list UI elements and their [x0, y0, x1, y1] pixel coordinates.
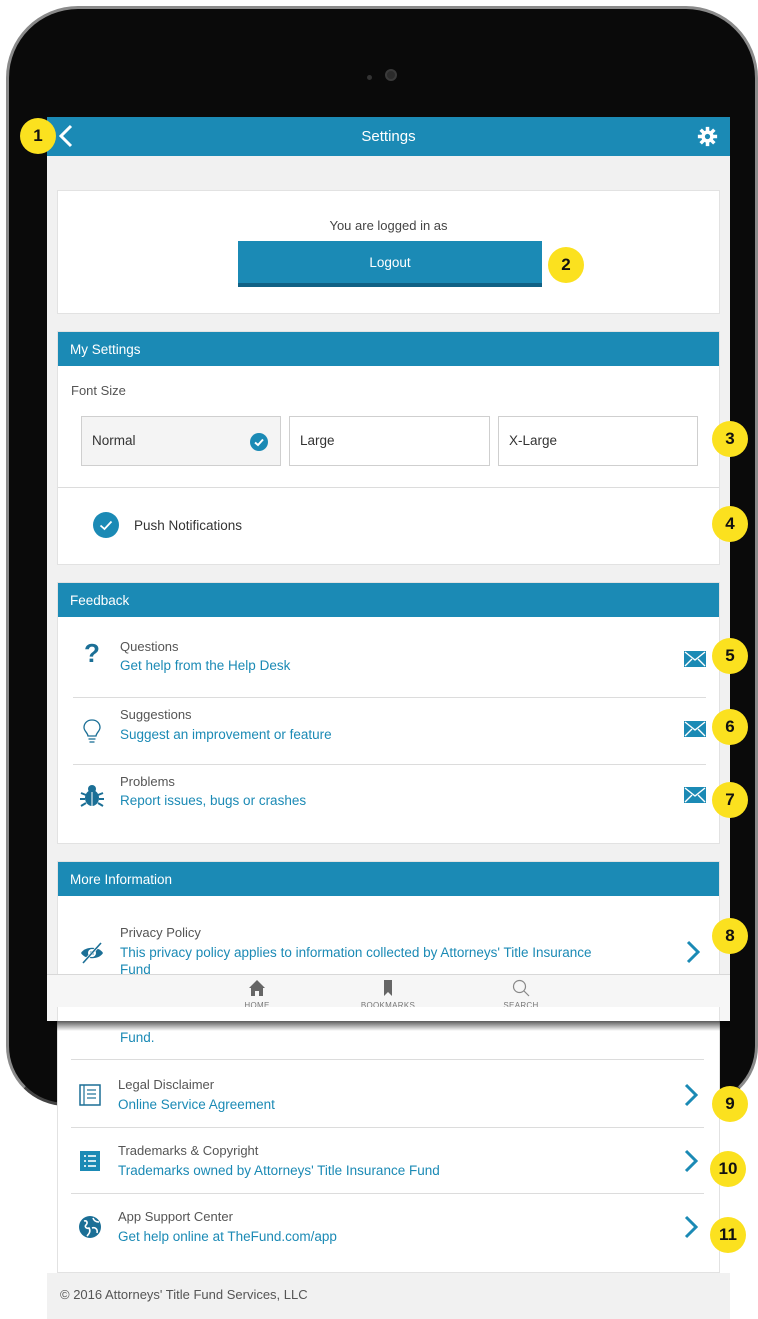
chevron-right-icon[interactable]	[686, 940, 700, 964]
more-info-item-privacy[interactable]: Privacy Policy This privacy policy appli…	[73, 896, 706, 986]
feedback-card: Feedback ? Questions Get help from the H…	[57, 582, 720, 844]
logout-button[interactable]: Logout	[238, 241, 542, 287]
font-option-label: Large	[300, 433, 335, 448]
item-title: App Support Center	[118, 1209, 233, 1224]
overflow-tail-text: Fund.	[120, 1030, 155, 1045]
app-screen: Settings You are logged in as Logout My …	[47, 117, 730, 1021]
item-subtitle: Get help from the Help Desk	[120, 658, 291, 673]
search-icon	[512, 979, 530, 997]
check-circle-icon	[93, 512, 119, 538]
tab-bookmarks[interactable]: BOOKMARKS	[348, 979, 428, 1010]
feedback-item-questions[interactable]: ? Questions Get help from the Help Desk	[73, 617, 706, 683]
callout-badge: 11	[710, 1217, 746, 1253]
item-subtitle: This privacy policy applies to informati…	[120, 945, 592, 960]
callout-badge: 3	[712, 421, 748, 457]
list-icon	[80, 1151, 100, 1171]
back-chevron-icon[interactable]	[55, 124, 79, 148]
more-info-item-support[interactable]: App Support Center Get help online at Th…	[71, 1194, 704, 1260]
push-notifications-label: Push Notifications	[134, 517, 243, 533]
bug-icon	[80, 785, 104, 807]
bookmark-icon	[384, 980, 392, 996]
home-icon	[249, 980, 265, 996]
svg-text:?: ?	[84, 639, 100, 665]
globe-icon	[79, 1216, 101, 1238]
eye-slash-icon	[81, 941, 103, 965]
push-notifications-toggle[interactable]: Push Notifications	[93, 512, 242, 538]
mail-icon[interactable]	[684, 721, 706, 737]
font-option-large[interactable]: Large	[289, 416, 490, 466]
feedback-header: Feedback	[58, 583, 719, 617]
tab-search[interactable]: SEARCH	[481, 979, 561, 1010]
screen-bottom-shadow	[50, 1021, 730, 1031]
lightbulb-icon	[83, 719, 101, 743]
chevron-right-icon[interactable]	[684, 1149, 698, 1173]
more-info-item-trademarks[interactable]: Trademarks & Copyright Trademarks owned …	[71, 1128, 704, 1194]
feedback-item-suggestions[interactable]: Suggestions Suggest an improvement or fe…	[73, 698, 706, 764]
more-info-header: More Information	[58, 862, 719, 896]
camera-icon	[385, 69, 397, 81]
more-info-overflow: Fund. Legal Disclaimer Online Service Ag…	[57, 1007, 720, 1273]
callout-badge: 9	[712, 1086, 748, 1122]
callout-badge: 2	[548, 247, 584, 283]
font-size-label: Font Size	[71, 383, 126, 398]
item-title: Privacy Policy	[120, 925, 201, 940]
item-title: Problems	[120, 774, 175, 789]
chevron-right-icon[interactable]	[684, 1215, 698, 1239]
font-option-label: Normal	[92, 433, 136, 448]
font-option-normal[interactable]: Normal	[81, 416, 281, 466]
top-bar: Settings	[47, 117, 730, 156]
document-icon	[79, 1084, 101, 1106]
more-info-item-legal[interactable]: Legal Disclaimer Online Service Agreemen…	[71, 1060, 704, 1126]
callout-badge: 7	[712, 782, 748, 818]
item-title: Suggestions	[120, 707, 192, 722]
callout-badge: 5	[712, 638, 748, 674]
my-settings-card: My Settings Font Size Normal Large X-Lar…	[57, 331, 720, 565]
sensor-dot	[367, 75, 372, 80]
callout-badge: 6	[712, 709, 748, 745]
font-option-xlarge[interactable]: X-Large	[498, 416, 698, 466]
mail-icon[interactable]	[684, 651, 706, 667]
callout-badge: 10	[710, 1151, 746, 1187]
callout-badge: 8	[712, 918, 748, 954]
item-subtitle: Get help online at TheFund.com/app	[118, 1229, 337, 1244]
item-subtitle: Online Service Agreement	[118, 1097, 275, 1112]
item-title: Legal Disclaimer	[118, 1077, 215, 1092]
mail-icon[interactable]	[684, 787, 706, 803]
question-icon: ?	[84, 639, 100, 665]
item-title: Questions	[120, 639, 179, 654]
account-card: You are logged in as Logout	[57, 190, 720, 314]
page-title: Settings	[361, 128, 416, 145]
item-subtitle: Suggest an improvement or feature	[120, 727, 332, 742]
gear-icon[interactable]	[697, 126, 718, 147]
item-title: Trademarks & Copyright	[118, 1143, 259, 1158]
item-subtitle: Trademarks owned by Attorneys' Title Ins…	[118, 1163, 440, 1178]
feedback-item-problems[interactable]: Problems Report issues, bugs or crashes	[73, 765, 706, 831]
copyright-text: © 2016 Attorneys' Title Fund Services, L…	[60, 1287, 308, 1302]
check-circle-icon	[250, 433, 268, 451]
callout-badge: 4	[712, 506, 748, 542]
chevron-right-icon[interactable]	[684, 1083, 698, 1107]
callout-badge: 1	[20, 118, 56, 154]
item-subtitle: Report issues, bugs or crashes	[120, 793, 307, 808]
my-settings-header: My Settings	[58, 332, 719, 366]
logged-in-text: You are logged in as	[329, 218, 448, 233]
tab-home[interactable]: HOME	[217, 979, 297, 1010]
font-option-label: X-Large	[509, 433, 558, 448]
footer: © 2016 Attorneys' Title Fund Services, L…	[47, 1273, 730, 1319]
divider	[58, 487, 719, 488]
